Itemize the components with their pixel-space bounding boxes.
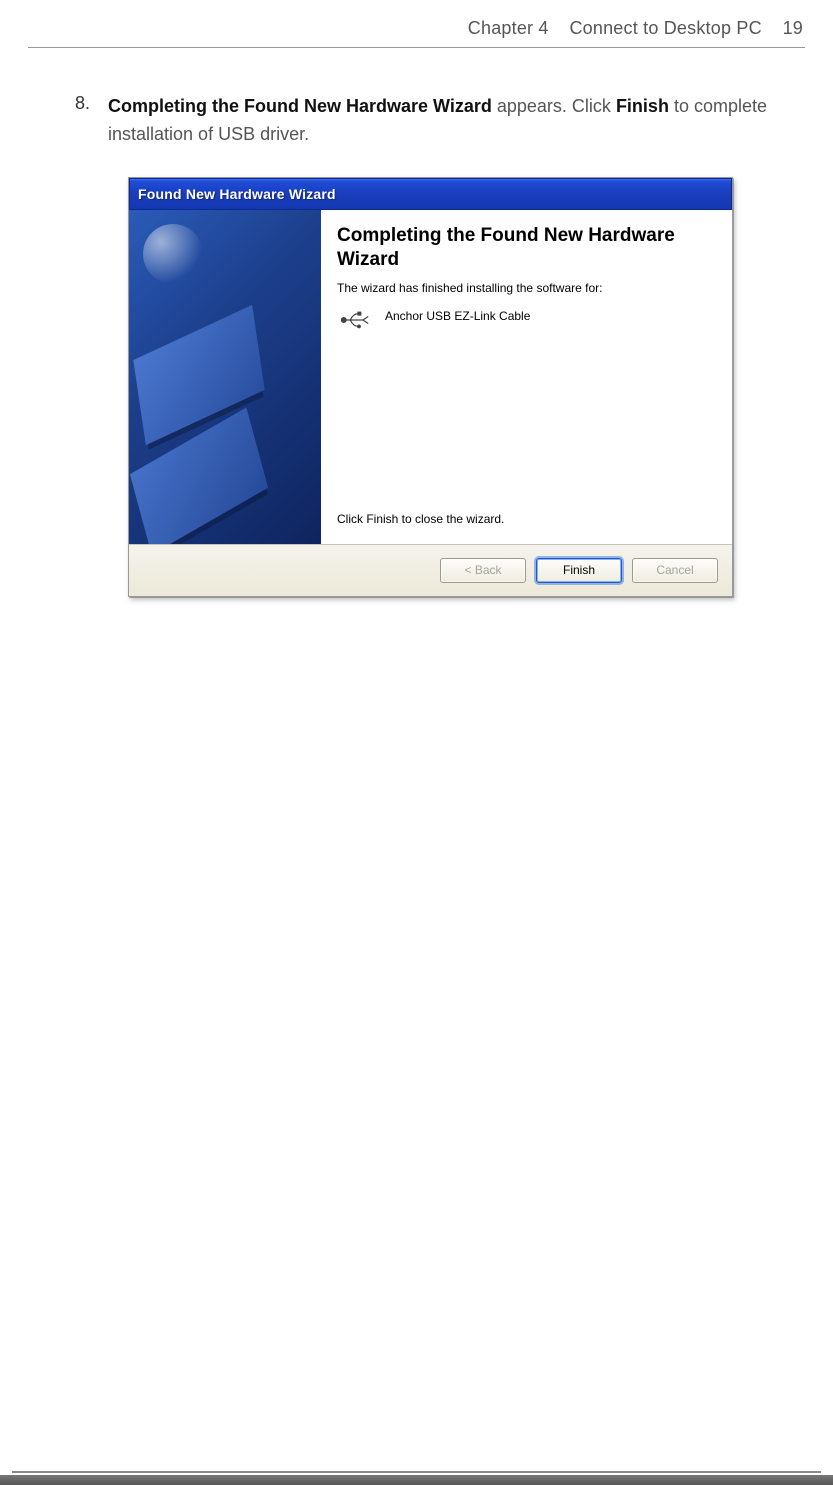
wizard-intro-text: The wizard has finished installing the s… [337, 281, 716, 295]
side-glow [143, 224, 203, 284]
chapter-label: Chapter 4 [468, 18, 549, 38]
wizard-main: Completing the Found New Hardware Wizard… [321, 210, 732, 544]
wizard-heading: Completing the Found New Hardware Wizard [337, 224, 716, 272]
wizard-footer: < Back Finish Cancel [129, 544, 732, 596]
step-bold-intro: Completing the Found New Hardware Wizard [108, 96, 492, 116]
cancel-button: Cancel [632, 558, 718, 583]
step-bold-finish: Finish [616, 96, 669, 116]
usb-icon [339, 309, 371, 331]
content-block: 8. Completing the Found New Hardware Wiz… [0, 48, 833, 597]
wizard-close-text: Click Finish to close the wizard. [337, 512, 504, 526]
page-number: 19 [783, 18, 803, 38]
wizard-side-graphic [129, 210, 321, 544]
finish-button[interactable]: Finish [536, 558, 622, 583]
step-body: Completing the Found New Hardware Wizard… [108, 93, 813, 149]
step-number: 8. [20, 93, 108, 149]
step-text-mid: appears. Click [492, 96, 616, 116]
wizard-body: Completing the Found New Hardware Wizard… [129, 210, 732, 544]
step-row: 8. Completing the Found New Hardware Wiz… [20, 93, 813, 149]
wizard-titlebar[interactable]: Found New Hardware Wizard [129, 178, 732, 210]
footer-rule [12, 1471, 821, 1473]
page-header: Chapter 4 Connect to Desktop PC 19 [0, 0, 833, 47]
wizard-title-text: Found New Hardware Wizard [138, 186, 336, 202]
section-title: Connect to Desktop PC [569, 18, 761, 38]
wizard-window: Found New Hardware Wizard Completing the… [128, 177, 733, 597]
device-row: Anchor USB EZ-Link Cable [339, 307, 716, 331]
device-name: Anchor USB EZ-Link Cable [385, 307, 530, 323]
back-button: < Back [440, 558, 526, 583]
footer-bar [0, 1475, 833, 1485]
